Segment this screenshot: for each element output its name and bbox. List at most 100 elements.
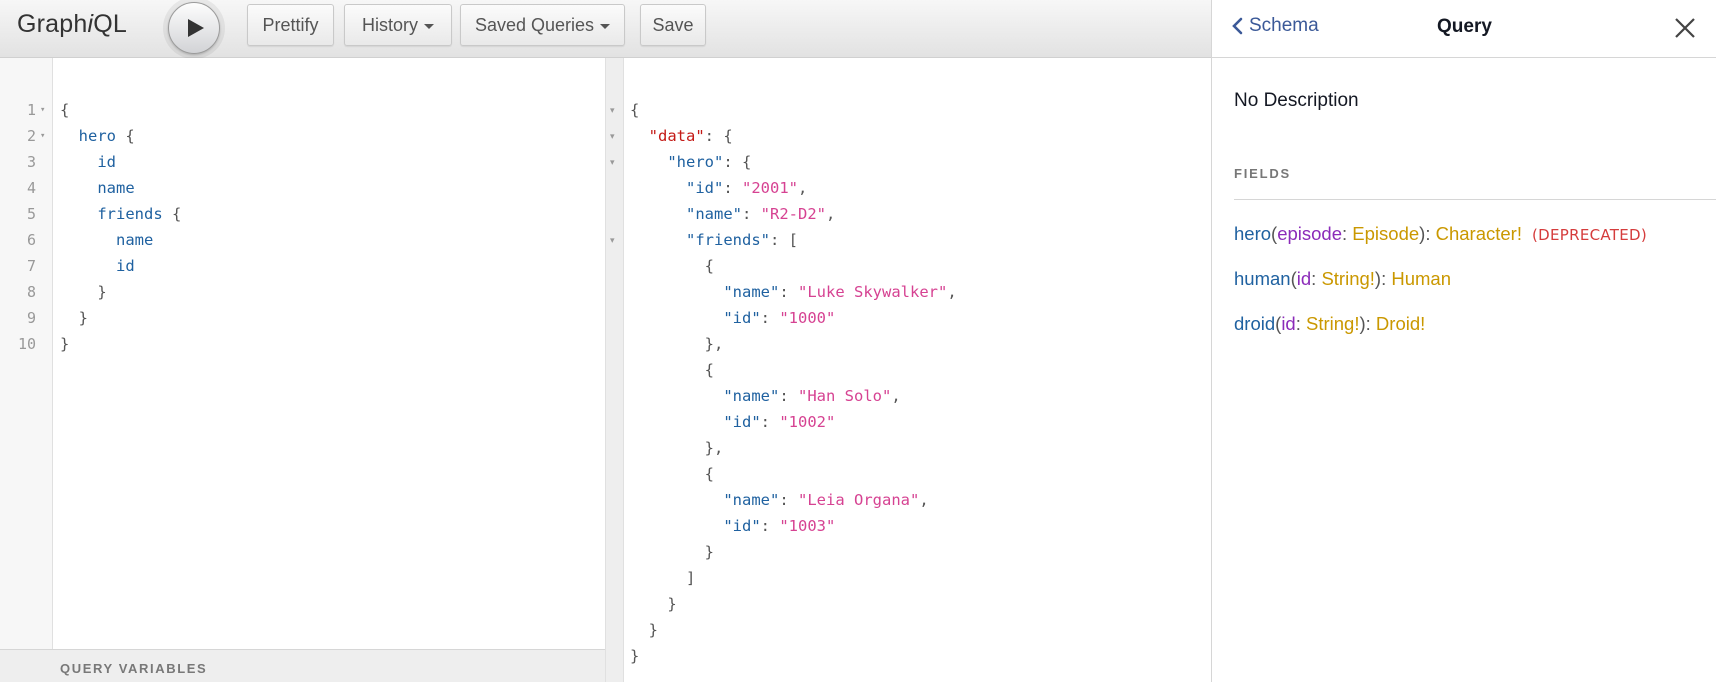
colon: : (1295, 313, 1306, 334)
return-type-link[interactable]: Droid! (1376, 313, 1425, 334)
code-punctuation: : (760, 413, 780, 431)
toolbar: GraphiQL Prettify History Saved Queries … (0, 0, 1211, 58)
code-punctuation: } (648, 621, 659, 639)
fold-toggle-icon[interactable]: ▾ (40, 123, 45, 149)
fold-toggle-icon[interactable]: ▾ (610, 227, 615, 253)
argument-type-link[interactable]: String! (1306, 313, 1359, 334)
code-punctuation: }, (704, 335, 724, 353)
execute-query-button[interactable] (168, 2, 220, 54)
result-line: } (630, 591, 676, 617)
field-entry-human[interactable]: human(id: String!): Human (1234, 268, 1451, 290)
json-string-value: "1000" (779, 309, 836, 327)
result-line: { (630, 461, 714, 487)
colon: : (1311, 268, 1322, 289)
query-field: name (97, 179, 135, 197)
query-variables-title[interactable]: QUERY VARIABLES (60, 661, 207, 676)
fold-toggle-icon[interactable]: ▾ (610, 123, 615, 149)
prettify-button[interactable]: Prettify (247, 4, 334, 46)
result-line: "hero": { (630, 149, 751, 175)
argument-type-link[interactable]: String! (1321, 268, 1374, 289)
result-line: "data": { (630, 123, 733, 149)
code-punctuation: ] (686, 569, 696, 587)
code-punctuation: : (704, 127, 724, 145)
field-name[interactable]: hero (1234, 223, 1271, 244)
result-line: }, (630, 331, 724, 357)
result-line: }, (630, 435, 724, 461)
history-button[interactable]: History (344, 4, 452, 46)
query-line: } (60, 331, 69, 357)
close-docs-button[interactable] (1671, 14, 1699, 42)
code-punctuation: { (116, 127, 135, 145)
code-punctuation: { (162, 205, 182, 223)
saved-queries-button[interactable]: Saved Queries (460, 4, 625, 46)
result-line: "id": "2001", (630, 175, 807, 201)
line-number: 3 (26, 153, 36, 171)
code-punctuation: { (704, 361, 714, 379)
play-icon (188, 19, 204, 37)
query-variables-bar[interactable]: QUERY VARIABLES (0, 649, 605, 682)
result-line: { (630, 357, 714, 383)
fields-section-title: FIELDS (1234, 166, 1292, 181)
code-punctuation: } (630, 647, 640, 665)
result-viewer[interactable]: { "data": { "hero": { "id": "2001", "nam… (624, 58, 1211, 682)
json-key: "name" (723, 491, 780, 509)
save-button[interactable]: Save (640, 4, 706, 46)
code-punctuation: { (60, 101, 70, 119)
return-type-link[interactable]: Character! (1436, 223, 1522, 244)
field-entry-hero[interactable]: hero(episode: Episode): Character! (DEPRE… (1234, 223, 1647, 245)
fold-toggle-icon[interactable]: ▾ (610, 97, 615, 123)
field-entry-droid[interactable]: droid(id: String!): Droid! (1234, 313, 1425, 335)
code-punctuation: { (630, 101, 640, 119)
query-line: hero { (60, 123, 135, 149)
code-punctuation: : (779, 387, 798, 405)
result-line: } (630, 539, 714, 565)
result-line: "name": "Luke Skywalker", (630, 279, 956, 305)
result-line: "name": "Han Solo", (630, 383, 900, 409)
field-name[interactable]: droid (1234, 313, 1275, 334)
result-line: "name": "R2-D2", (630, 201, 835, 227)
query-field: hero (78, 127, 116, 145)
code-punctuation: } (78, 309, 89, 327)
argument-type-link[interactable]: Episode (1352, 223, 1419, 244)
code-punctuation: : (770, 231, 789, 249)
code-punctuation: }, (704, 439, 724, 457)
type-description: No Description (1234, 90, 1359, 111)
saved-queries-label: Saved Queries (474, 14, 595, 35)
line-number: 2 (26, 127, 36, 145)
result-line: { (630, 97, 639, 123)
paren-close: ): (1359, 313, 1376, 334)
json-key: "hero" (667, 153, 724, 171)
argument-name: id (1296, 268, 1312, 289)
query-field: id (97, 153, 116, 171)
json-key: "friends" (686, 231, 770, 249)
query-editor[interactable]: 1 ▾{2 ▾ hero {3 id 4 name 5 friends {6 name 7… (0, 58, 605, 649)
json-key: "name" (686, 205, 742, 223)
result-line: ] (630, 565, 695, 591)
return-type-link[interactable]: Human (1391, 268, 1451, 289)
fields-divider (1234, 199, 1716, 200)
result-line: "name": "Leia Organa", (630, 487, 928, 513)
query-field: name (116, 231, 154, 249)
json-string-value: "Han Solo" (798, 387, 892, 405)
graphiql-logo: GraphiQL (17, 10, 127, 38)
code-punctuation: } (704, 543, 714, 561)
json-key: "data" (648, 127, 705, 145)
code-punctuation: { (742, 153, 752, 171)
result-line: { (630, 253, 714, 279)
fold-toggle-icon[interactable]: ▾ (40, 97, 45, 123)
fold-toggle-icon[interactable]: ▾ (610, 149, 615, 175)
field-name[interactable]: human (1234, 268, 1291, 289)
json-key: "id" (686, 179, 724, 197)
